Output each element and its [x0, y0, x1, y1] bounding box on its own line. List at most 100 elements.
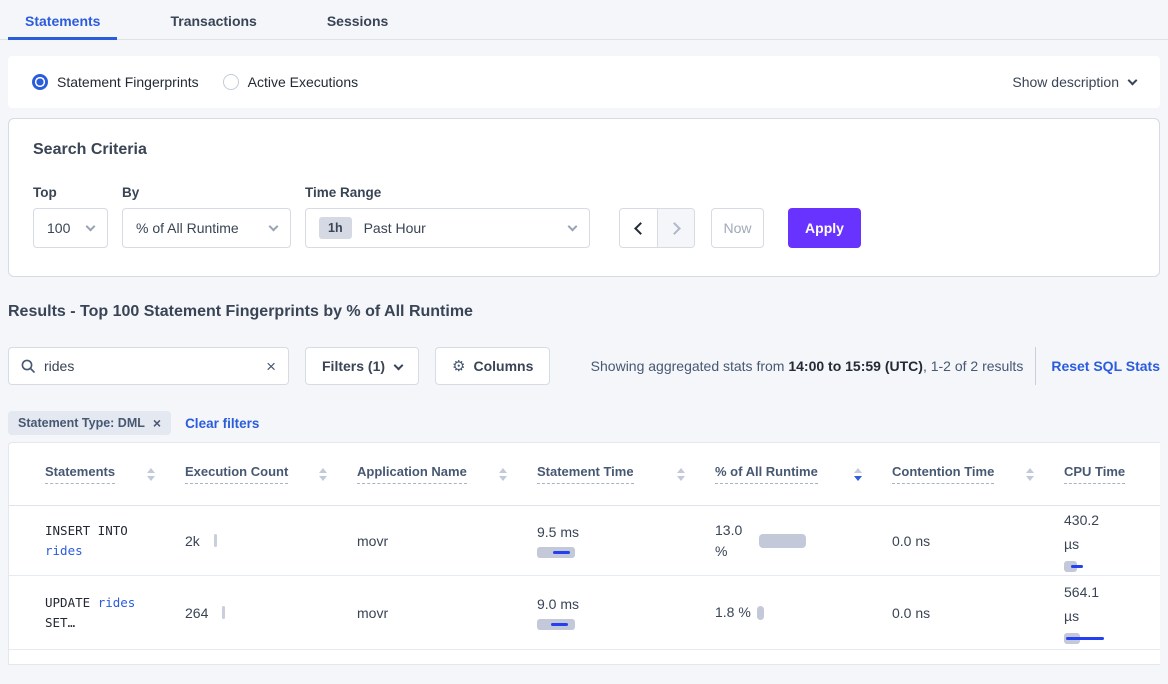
by-value: % of All Runtime [136, 220, 239, 236]
columns-label: Columns [473, 358, 533, 374]
time-range-select[interactable]: 1h Past Hour [305, 208, 590, 248]
sort-icon[interactable] [319, 468, 327, 481]
time-range-value: Past Hour [364, 220, 426, 236]
results-toolbar: × Filters (1) ⚙ Columns Showing aggregat… [8, 347, 1160, 385]
col-header-execution-count: Execution Count [185, 464, 357, 484]
col-label: Application Name [357, 464, 467, 484]
chevron-right-icon [668, 222, 681, 235]
time-range-field: Time Range 1h Past Hour [305, 185, 590, 248]
sort-icon[interactable] [499, 468, 507, 481]
col-label: % of All Runtime [715, 464, 818, 484]
summary-count: , 1-2 of 2 results [923, 358, 1023, 374]
search-criteria-card: Search Criteria Top 100 By % of All Runt… [8, 118, 1160, 277]
filter-chip-label: Statement Type: DML [18, 416, 145, 430]
col-label: Statement Time [537, 464, 634, 484]
radio-active-executions[interactable]: Active Executions [223, 74, 359, 90]
search-box: × [8, 347, 289, 385]
runtime-pct-value: 13.0 [715, 520, 759, 541]
statement-time-cell: 9.5 ms [537, 506, 715, 575]
contention-time-value: 0.0 ns [892, 605, 930, 621]
top-field: Top 100 [33, 185, 108, 248]
chevron-left-icon [634, 222, 647, 235]
contention-time-cell: 0.0 ns [892, 576, 1064, 649]
show-description-label: Show description [1012, 74, 1119, 90]
application-name-cell: movr [357, 576, 537, 649]
cpu-time-unit: µs [1064, 532, 1079, 556]
clear-filters-link[interactable]: Clear filters [185, 416, 259, 431]
reset-sql-stats-link[interactable]: Reset SQL Stats [1051, 358, 1160, 374]
runtime-pct-value: 1.8 % [715, 602, 751, 623]
col-header-contention-time: Contention Time [892, 464, 1064, 484]
execution-count-value: 2k [185, 533, 200, 549]
by-field: By % of All Runtime [122, 185, 291, 248]
col-label: Contention Time [892, 464, 994, 484]
top-select[interactable]: 100 [33, 208, 108, 248]
statement-time-value: 9.5 ms [537, 522, 579, 542]
now-button[interactable]: Now [711, 208, 764, 248]
sort-icon-active-desc[interactable] [854, 468, 862, 481]
application-name-value: movr [357, 605, 388, 621]
radio-selected-icon [32, 74, 48, 90]
table-header-row: Statements Execution Count Application N… [9, 443, 1160, 506]
top-label: Top [33, 185, 108, 200]
search-criteria-title: Search Criteria [33, 141, 1135, 159]
filter-chip-statement-type[interactable]: Statement Type: DML × [8, 411, 171, 435]
radio-label: Active Executions [248, 74, 359, 90]
prev-time-button[interactable] [620, 209, 657, 247]
tab-transactions[interactable]: Transactions [153, 0, 273, 40]
statement-link[interactable]: rides [45, 543, 83, 558]
cpu-time-bar [1064, 561, 1124, 573]
radio-statement-fingerprints[interactable]: Statement Fingerprints [32, 74, 199, 90]
filters-label: Filters (1) [322, 358, 385, 374]
by-select[interactable]: % of All Runtime [122, 208, 291, 248]
cpu-time-cell: 430.2 µs [1064, 506, 1168, 575]
filters-button[interactable]: Filters (1) [305, 347, 419, 385]
statement-time-bar [537, 547, 597, 559]
statement-time-bar [537, 619, 597, 631]
execution-count-bar [214, 534, 217, 547]
table-row[interactable]: INSERT INTO rides 2k movr 9.5 ms 13.0 % [9, 506, 1160, 576]
chevron-down-icon [269, 221, 279, 231]
apply-button[interactable]: Apply [788, 208, 861, 248]
execution-count-bar [222, 606, 225, 619]
next-time-button[interactable] [657, 209, 694, 247]
summary-time-range: 14:00 to 15:59 (UTC) [788, 358, 923, 374]
summary-prefix: Showing aggregated stats from [591, 358, 789, 374]
contention-time-cell: 0.0 ns [892, 506, 1064, 575]
show-description-toggle[interactable]: Show description [1012, 74, 1136, 90]
runtime-pct-cell: 13.0 % [715, 506, 892, 575]
cpu-time-cell: 564.1 µs [1064, 576, 1168, 649]
columns-button[interactable]: ⚙ Columns [435, 347, 550, 385]
statement-fingerprint-cell: INSERT INTO rides [45, 506, 185, 575]
tab-bar: Statements Transactions Sessions [0, 0, 1168, 40]
col-header-pct-all-runtime: % of All Runtime [715, 464, 892, 484]
runtime-pct-bar [757, 606, 764, 620]
runtime-pct-bar [759, 534, 806, 548]
tab-statements[interactable]: Statements [8, 0, 117, 40]
statement-time-cell: 9.0 ms [537, 576, 715, 649]
cpu-time-value: 430.2 [1064, 508, 1099, 532]
gear-icon: ⚙ [452, 357, 465, 375]
remove-filter-icon[interactable]: × [153, 416, 161, 430]
execution-count-cell: 2k [185, 506, 357, 575]
sort-icon[interactable] [1026, 468, 1034, 481]
results-heading: Results - Top 100 Statement Fingerprints… [8, 303, 1160, 321]
runtime-pct-cell: 1.8 % [715, 576, 892, 649]
chevron-down-icon [568, 221, 578, 231]
col-header-application-name: Application Name [357, 464, 537, 484]
search-input[interactable] [44, 358, 266, 374]
tab-sessions[interactable]: Sessions [310, 0, 405, 40]
sort-icon[interactable] [147, 468, 155, 481]
application-name-cell: movr [357, 506, 537, 575]
top-value: 100 [47, 220, 70, 236]
sql-text: SET… [45, 615, 75, 630]
runtime-pct-unit: % [715, 541, 759, 562]
cpu-time-bar [1064, 633, 1124, 645]
time-range-badge: 1h [319, 217, 352, 239]
clear-search-icon[interactable]: × [266, 358, 276, 375]
statement-link[interactable]: rides [98, 595, 136, 610]
sql-text: UPDATE [45, 595, 98, 610]
chevron-down-icon [394, 360, 404, 370]
table-row[interactable]: UPDATE rides SET… 264 movr 9.0 ms 1.8 % [9, 576, 1160, 650]
sort-icon[interactable] [677, 468, 685, 481]
